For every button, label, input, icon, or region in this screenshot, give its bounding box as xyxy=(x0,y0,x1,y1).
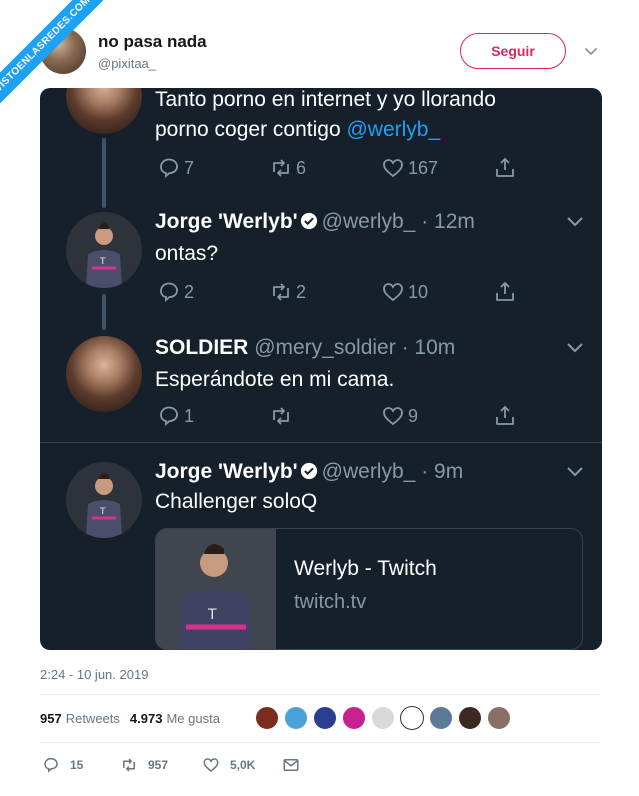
likers-avatars xyxy=(255,706,516,732)
tweet1-actions: 7 6 167 xyxy=(157,154,527,182)
liker-avatar[interactable] xyxy=(255,706,279,730)
retweet-icon xyxy=(123,758,135,772)
share-icon xyxy=(496,406,514,425)
like-action[interactable]: 167 xyxy=(381,154,438,182)
like-action[interactable]: 5,0K xyxy=(202,756,255,774)
retweet-action[interactable]: 2 xyxy=(269,278,306,306)
tweet-timestamp[interactable]: 2:24 - 10 jun. 2019 xyxy=(40,667,148,682)
retweet-icon xyxy=(273,283,289,301)
reply-icon xyxy=(160,282,178,302)
embedded-screenshot: Tanto porno en internet y yo llorando po… xyxy=(40,88,602,650)
tweet3-text: Esperándote en mi cama. xyxy=(155,368,395,391)
reply-icon xyxy=(160,158,178,178)
tweet1-text-line2: porno coger contigo @werlyb_ xyxy=(155,118,441,141)
retweets-label[interactable]: Retweets xyxy=(66,711,120,726)
verified-badge-icon xyxy=(300,212,317,230)
watermark-text: VISTOENLASREDES.COM xyxy=(0,0,110,110)
tweet4-header: Jorge 'Werlyb' @werlyb_ · 9m xyxy=(155,460,464,483)
svg-text:T: T xyxy=(99,507,106,517)
thread-line xyxy=(102,294,106,330)
follow-button[interactable]: Seguir xyxy=(460,33,566,69)
author-name[interactable]: no pasa nada xyxy=(98,32,207,52)
heart-icon xyxy=(203,758,219,772)
tweet3-actions: 1 9 xyxy=(157,402,527,430)
reply-action[interactable]: 15 xyxy=(42,756,83,774)
avatar-werlyb: T xyxy=(66,462,142,538)
share-action[interactable] xyxy=(493,154,517,182)
reply-icon xyxy=(160,406,178,426)
like-action[interactable]: 9 xyxy=(381,402,418,430)
liker-avatar[interactable] xyxy=(371,706,395,730)
verified-badge-icon xyxy=(300,462,317,480)
liker-avatar[interactable] xyxy=(458,706,482,730)
chevron-down-icon[interactable] xyxy=(566,342,584,354)
dm-action[interactable] xyxy=(282,756,310,774)
mention-link: @werlyb_ xyxy=(346,118,441,141)
share-icon xyxy=(496,282,514,301)
likes-count[interactable]: 4.973 xyxy=(130,711,163,726)
watermark-ribbon: VISTOENLASREDES.COM xyxy=(0,0,110,110)
reply-icon xyxy=(44,757,58,773)
reply-action[interactable]: 2 xyxy=(157,278,194,306)
liker-avatar[interactable] xyxy=(429,706,453,730)
tweet2-header: Jorge 'Werlyb' @werlyb_ · 12m xyxy=(155,210,475,233)
liker-avatar[interactable] xyxy=(313,706,337,730)
avatar-soldier xyxy=(66,336,142,412)
retweet-icon xyxy=(273,159,289,177)
retweets-count[interactable]: 957 xyxy=(40,711,62,726)
retweet-action[interactable] xyxy=(269,402,296,430)
chevron-down-icon[interactable] xyxy=(584,44,598,58)
tweet2-text: ontas? xyxy=(155,242,219,265)
divider xyxy=(40,742,600,743)
card-title: Werlyb - Twitch xyxy=(294,557,437,580)
chevron-down-icon[interactable] xyxy=(566,216,584,228)
svg-text:T: T xyxy=(99,257,106,267)
card-thumbnail: T xyxy=(156,529,276,649)
share-action[interactable] xyxy=(493,278,517,306)
retweet-icon xyxy=(273,407,289,425)
retweet-action[interactable]: 957 xyxy=(120,756,168,774)
liker-avatar[interactable] xyxy=(400,706,424,730)
card-domain: twitch.tv xyxy=(294,591,367,613)
like-action[interactable]: 10 xyxy=(381,278,428,306)
tweet-actions: 15 957 5,0K xyxy=(40,756,340,776)
link-card[interactable]: T Werlyb - Twitch twitch.tv xyxy=(155,528,583,650)
reply-action[interactable]: 1 xyxy=(157,402,194,430)
tweet3-header: SOLDIER @mery_soldier · 10m xyxy=(155,336,456,359)
liker-avatar[interactable] xyxy=(284,706,308,730)
mail-icon xyxy=(283,759,299,771)
avatar-werlyb: T xyxy=(66,212,142,288)
svg-text:T: T xyxy=(207,607,217,623)
heart-icon xyxy=(383,407,403,426)
divider xyxy=(40,442,602,443)
share-action[interactable] xyxy=(493,402,517,430)
tweet2-actions: 2 2 10 xyxy=(157,278,527,306)
retweet-action[interactable]: 6 xyxy=(269,154,306,182)
tweet1-text-line1: Tanto porno en internet y yo llorando xyxy=(155,88,496,111)
share-icon xyxy=(496,158,514,177)
liker-avatar[interactable] xyxy=(342,706,366,730)
tweet4-text: Challenger soloQ xyxy=(155,490,318,513)
heart-icon xyxy=(383,159,403,178)
divider xyxy=(40,694,600,695)
liker-avatar[interactable] xyxy=(487,706,511,730)
chevron-down-icon[interactable] xyxy=(566,466,584,478)
reply-action[interactable]: 7 xyxy=(157,154,194,182)
heart-icon xyxy=(383,283,403,302)
likes-label[interactable]: Me gusta xyxy=(166,711,219,726)
engagement-stats: 957 Retweets 4.973 Me gusta xyxy=(40,708,220,728)
thread-line xyxy=(102,138,106,208)
